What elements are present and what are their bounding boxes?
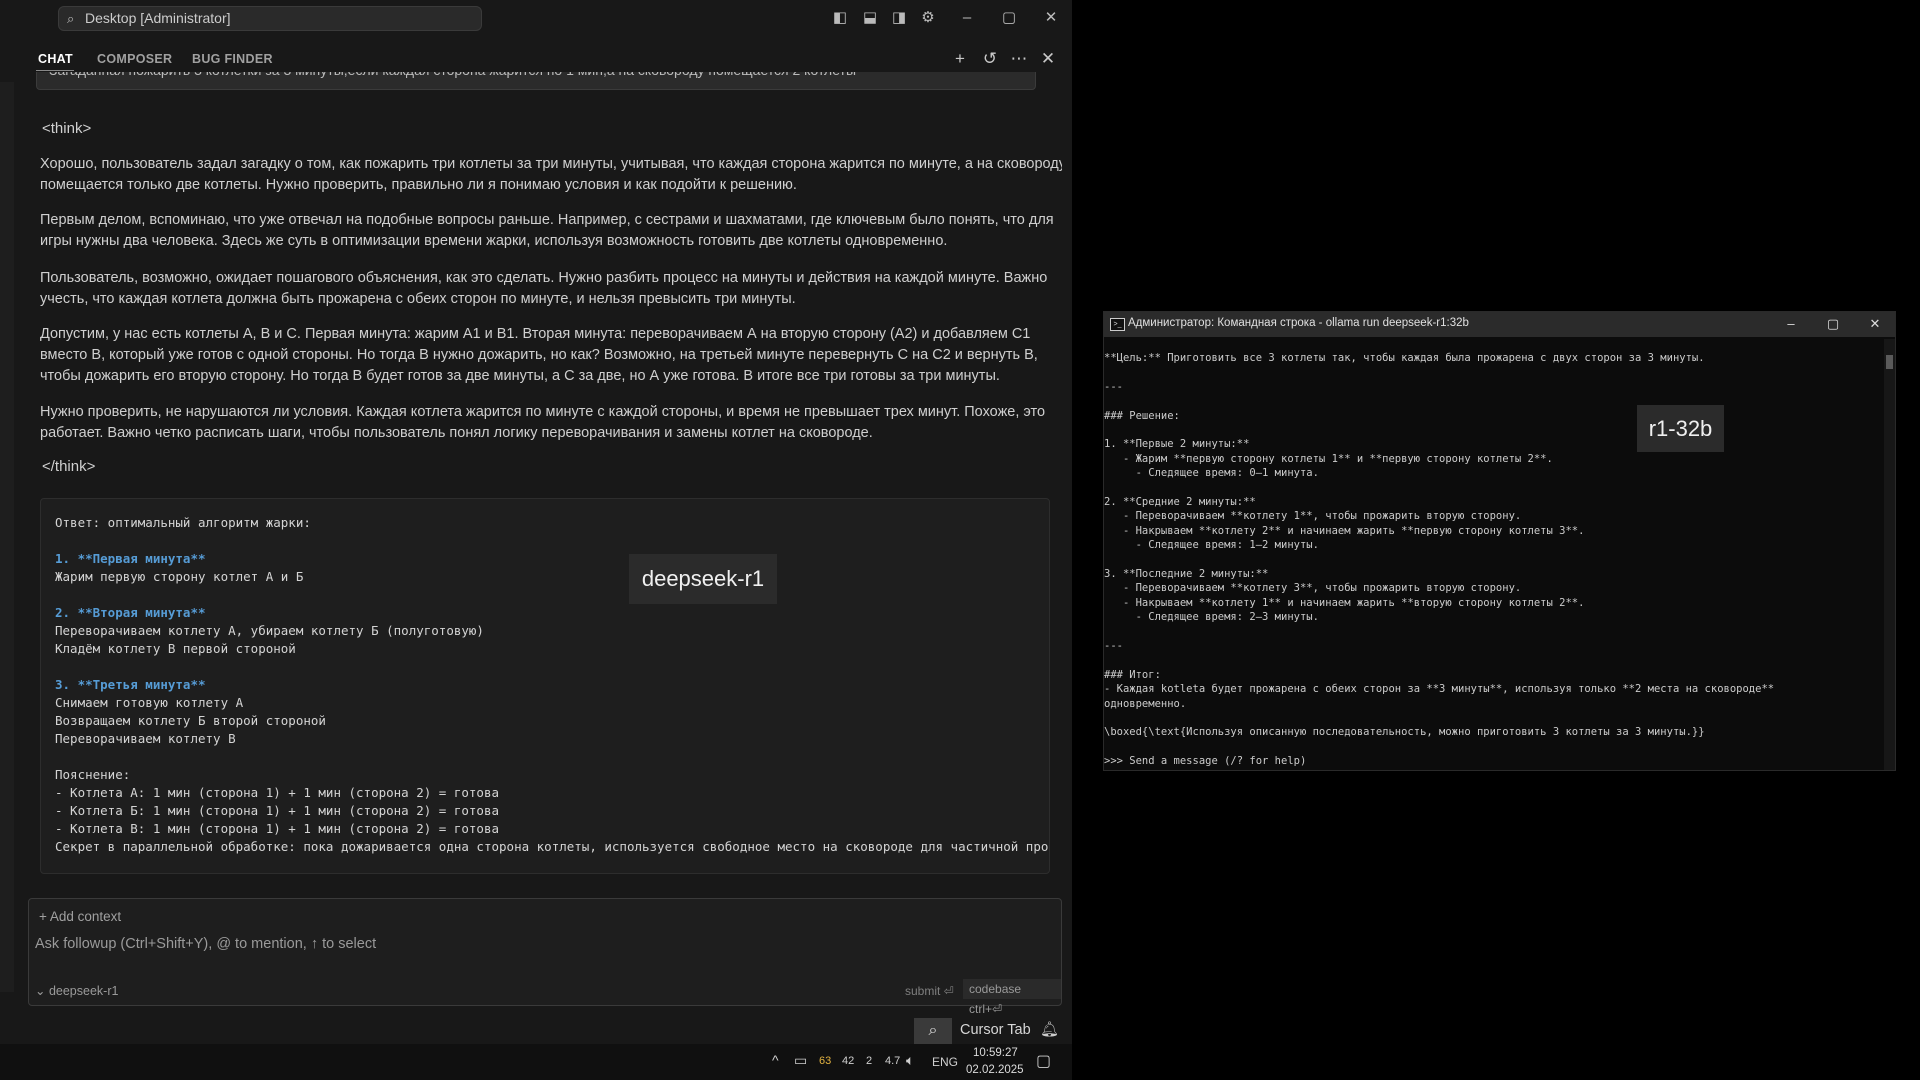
think-paragraph: Нужно проверить, не нарушаются ли услови… xyxy=(40,404,1046,441)
notification-center-icon[interactable]: ▢ xyxy=(1036,1051,1051,1071)
code-line: Ответ: оптимальный алгоритм жарки: xyxy=(55,515,311,530)
close-window-icon[interactable]: ✕ xyxy=(1041,8,1061,28)
terminal-line: - Следящее время: 1–2 минуты. xyxy=(1104,539,1319,552)
terminal-line: - Следящее время: 0–1 минута. xyxy=(1104,467,1319,480)
terminal-line: - Жарим **первую сторону котлеты 1** и *… xyxy=(1104,452,1553,465)
codebase-button[interactable]: codebase ctrl+⏎ xyxy=(963,979,1061,1016)
code-line: - Котлета А: 1 мин (сторона 1) + 1 мин (… xyxy=(55,785,500,800)
code-line: Возвращаем котлету Б второй стороной xyxy=(55,713,326,728)
code-line: Пояснение: xyxy=(55,767,131,782)
minimize-icon[interactable]: – xyxy=(957,8,977,28)
terminal-title-bar: >_ Администратор: Командная строка - oll… xyxy=(1104,312,1895,337)
terminal-close-icon[interactable]: ✕ xyxy=(1860,315,1890,333)
think-paragraph: Первым делом, вспоминаю, что уже отвечал… xyxy=(40,212,1054,249)
toggle-panel-icon[interactable]: ⬓ xyxy=(860,8,880,28)
tab-bug-finder[interactable]: BUG FINDER xyxy=(192,52,273,66)
chat-messages: Загаданная пожарить 3 котлетки за 3 мину… xyxy=(14,72,1062,880)
tray-value: 2 xyxy=(866,1055,873,1067)
terminal-maximize-icon[interactable]: ▢ xyxy=(1818,315,1848,333)
terminal-line: **Цель:** Приготовить все 3 котлеты так,… xyxy=(1104,352,1705,364)
user-message: Загаданная пожарить 3 котлетки за 3 мину… xyxy=(36,72,1036,90)
notification-bell-icon[interactable]: 🔔︎ xyxy=(1040,1020,1059,1038)
terminal-line: - Накрываем **котлету 2** и начинаем жар… xyxy=(1104,524,1585,537)
code-line: 2. **Вторая минута** xyxy=(55,605,206,620)
maximize-icon[interactable]: ▢ xyxy=(999,8,1019,28)
code-line: Снимаем готовую котлету А xyxy=(55,695,244,710)
terminal-line: 2. **Средние 2 минуты:** xyxy=(1104,496,1256,508)
network-icon[interactable]: ▭ xyxy=(794,1052,807,1069)
code-line: Кладём котлету В первой стороной xyxy=(55,641,296,656)
code-line: - Котлета В: 1 мин (сторона 1) + 1 мин (… xyxy=(55,821,500,836)
history-icon[interactable]: ↺ xyxy=(979,48,1001,70)
code-line: Переворачиваем котлету А, убираем котлет… xyxy=(55,623,484,638)
code-line: Переворачиваем котлету В xyxy=(55,731,236,746)
terminal-line: ### Решение: xyxy=(1104,409,1180,422)
chat-tab-bar: CHAT COMPOSER BUG FINDER xyxy=(0,46,1072,72)
search-box-label: Desktop [Administrator] xyxy=(85,10,231,26)
search-icon: ⌕ xyxy=(67,11,75,26)
followup-input-box[interactable]: + Add context Ask followup (Ctrl+Shift+Y… xyxy=(28,898,1062,1016)
zoom-icon[interactable]: ⌕ xyxy=(914,1018,952,1044)
more-options-icon[interactable]: ⋯ xyxy=(1008,48,1030,70)
terminal-scrollbar[interactable] xyxy=(1884,339,1895,770)
think-paragraph: Пользователь, возможно, ожидает пошагово… xyxy=(40,270,1048,307)
add-context-button[interactable]: + Add context xyxy=(39,909,121,924)
terminal-line: 3. **Последние 2 минуты:** xyxy=(1104,568,1269,580)
terminal-line: - Переворачиваем **котлету 1**, чтобы пр… xyxy=(1104,510,1522,523)
tray-gpu-temp: 63 xyxy=(819,1055,832,1067)
new-chat-plus-icon[interactable]: + xyxy=(949,48,971,70)
tab-chat[interactable]: CHAT xyxy=(38,52,73,66)
terminal-minimize-icon[interactable]: – xyxy=(1776,315,1806,333)
code-line: - Котлета Б: 1 мин (сторона 1) + 1 мин (… xyxy=(55,803,500,818)
terminal-line: - Накрываем **котлету 1** и начинаем жар… xyxy=(1104,596,1585,609)
terminal-line: - Следящее время: 2–3 минуты. xyxy=(1104,611,1319,624)
submit-button[interactable]: submit ⏎ xyxy=(905,984,954,998)
terminal-line: одновременно. xyxy=(1104,697,1187,710)
terminal-window: >_ Администратор: Командная строка - oll… xyxy=(1103,311,1896,771)
language-indicator[interactable]: ENG xyxy=(932,1055,958,1069)
ide-window: ⌕ Desktop [Administrator] ◧ ⬓ ◨ ⚙ – ▢ ✕ … xyxy=(0,0,1072,1080)
terminal-line: >>> Send a message (/? for help) xyxy=(1104,755,1307,768)
terminal-line: --- xyxy=(1104,380,1123,393)
think-open-tag: <think> xyxy=(42,120,92,137)
code-line: 1. **Первая минута** xyxy=(55,551,206,566)
tray-chevron-icon[interactable]: ^ xyxy=(772,1052,779,1068)
code-line: Жарим первую сторону котлет А и Б xyxy=(55,569,304,584)
volume-icon[interactable]: 🔈︎ xyxy=(906,1052,914,1069)
terminal-line: - Каждая kotleta будет прожарена с обеих… xyxy=(1104,683,1775,696)
think-close-tag: </think> xyxy=(42,458,96,475)
settings-gear-icon[interactable]: ⚙ xyxy=(918,8,938,28)
tray-value: 4.7 xyxy=(885,1055,901,1067)
terminal-line: --- xyxy=(1104,640,1123,652)
title-bar: ⌕ Desktop [Administrator] ◧ ⬓ ◨ ⚙ – ▢ ✕ xyxy=(0,0,1072,38)
followup-input[interactable]: Ask followup (Ctrl+Shift+Y), @ to mentio… xyxy=(35,936,376,952)
code-line: 3. **Третья минута** xyxy=(55,677,206,692)
status-bar xyxy=(0,1016,1072,1044)
model-label-overlay: deepseek-r1 xyxy=(629,554,777,604)
clock-time[interactable]: 10:59:27 xyxy=(973,1047,1018,1059)
model-selector[interactable]: ⌄ deepseek-r1 xyxy=(35,983,118,998)
think-paragraph: Допустим, у нас есть котлеты А, В и С. П… xyxy=(40,326,1038,384)
tab-composer[interactable]: COMPOSER xyxy=(97,52,172,66)
answer-code-block: Ответ: оптимальный алгоритм жарки: 1. **П… xyxy=(40,498,1050,874)
active-tab-underline xyxy=(36,70,74,71)
cmd-icon: >_ xyxy=(1110,318,1125,331)
terminal-scroll-thumb[interactable] xyxy=(1886,355,1893,369)
model-label-overlay: r1-32b xyxy=(1637,405,1724,452)
cursor-tab-status[interactable]: Cursor Tab xyxy=(960,1022,1031,1038)
terminal-title: Администратор: Командная строка - ollama… xyxy=(1128,317,1469,329)
terminal-line: - Переворачиваем **котлету 3**, чтобы пр… xyxy=(1104,582,1522,595)
command-search-box[interactable]: ⌕ Desktop [Administrator] xyxy=(58,6,482,31)
terminal-line: \boxed{\text{Используя описанную последо… xyxy=(1104,726,1705,739)
code-line: Секрет в параллельной обработке: пока до… xyxy=(55,839,1050,854)
clock-date[interactable]: 02.02.2025 xyxy=(966,1064,1024,1076)
editor-gutter xyxy=(0,82,14,992)
think-paragraph: Хорошо, пользователь задал загадку о том… xyxy=(40,156,1062,193)
close-chat-icon[interactable]: ✕ xyxy=(1037,48,1059,70)
tray-cpu-temp: 42 xyxy=(842,1055,855,1067)
toggle-primary-sidebar-icon[interactable]: ◧ xyxy=(830,8,850,28)
terminal-line: ### Итог: xyxy=(1104,668,1161,681)
terminal-line: 1. **Первые 2 минуты:** xyxy=(1104,438,1250,451)
toggle-secondary-sidebar-icon[interactable]: ◨ xyxy=(889,8,909,28)
